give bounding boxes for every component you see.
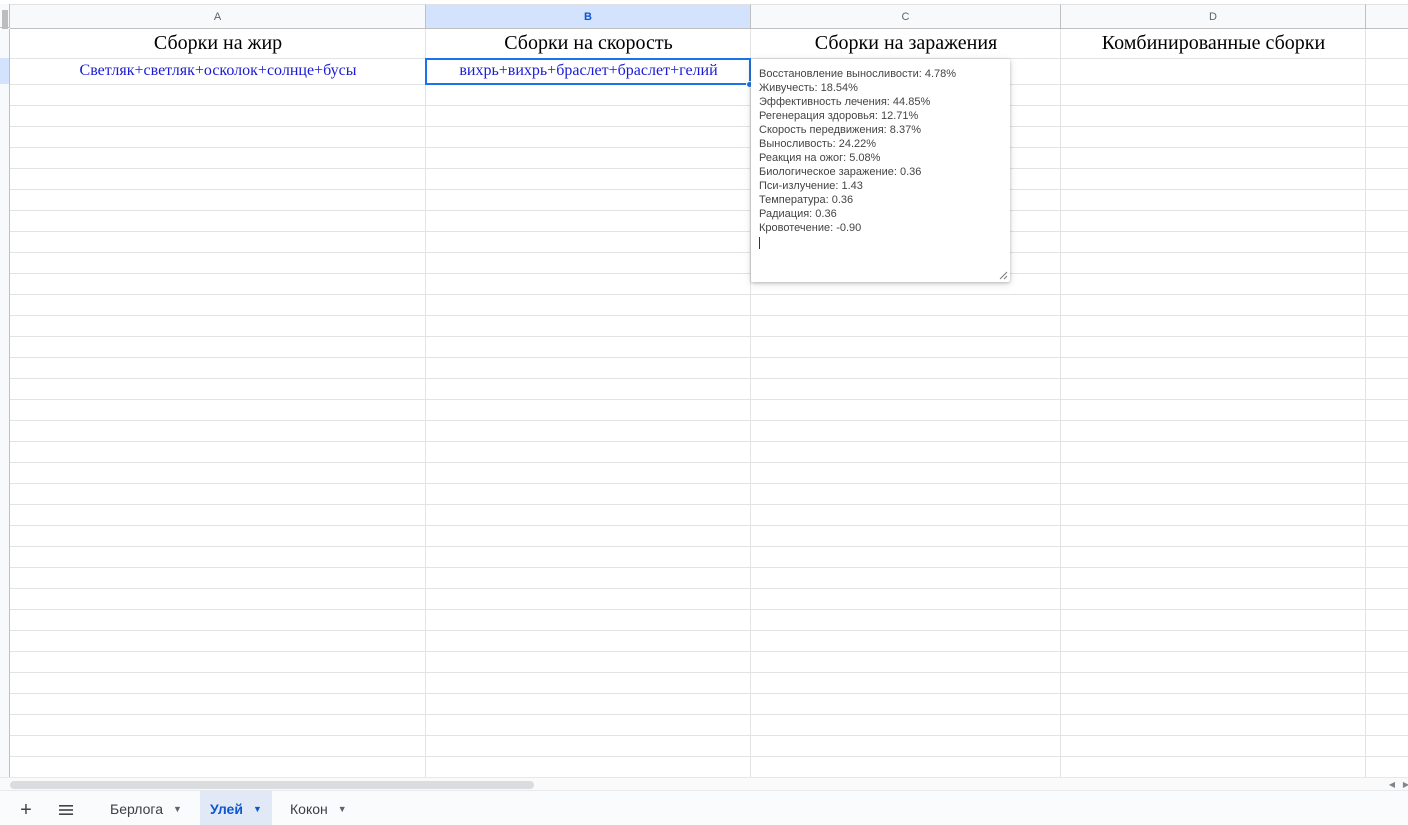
row-gridline [10,567,1408,568]
row-gridline [10,672,1408,673]
corner-marker [2,10,8,30]
row-gridline [10,231,1408,232]
row-gridline [10,399,1408,400]
scroll-right-icon[interactable]: ▶ [1398,779,1408,790]
row-gridline [10,147,1408,148]
cell-b1[interactable]: Сборки на скорость [426,29,751,58]
chevron-down-icon[interactable]: ▼ [173,804,182,814]
row-gridline [10,609,1408,610]
row-gridline [10,756,1408,757]
row-gridline [10,462,1408,463]
sheet-tab-berloga[interactable]: Берлога ▼ [100,791,192,825]
note-line: Эффективность лечения: 44.85% [759,96,931,108]
row-gridline [10,336,1408,337]
chevron-down-icon[interactable]: ▼ [253,804,262,814]
spreadsheet-grid[interactable]: A B C D Сборки на жир Сборки на скорость… [0,0,1408,777]
row-gridline [10,714,1408,715]
sheet-tab-uley[interactable]: Улей ▼ [200,791,272,825]
note-line: Биологическое заражение: 0.36 [759,166,922,178]
resize-handle-icon[interactable] [999,271,1008,280]
sheet-tab-label: Кокон [290,800,328,817]
row-gridline [10,630,1408,631]
note-line: Выносливость: 24.22% [759,138,877,150]
note-line: Радиация: 0.36 [759,208,837,220]
cell-a2[interactable]: Светляк+светляк+осколок+солнце+бусы [11,58,425,84]
row-gridline [10,378,1408,379]
row-header-selected[interactable] [0,58,10,84]
note-line: Живучесть: 18.54% [759,82,858,94]
note-line: Пси-излучение: 1.43 [759,180,863,192]
chevron-down-icon[interactable]: ▼ [338,804,347,814]
row-headers[interactable] [0,29,10,777]
row-gridline [10,420,1408,421]
column-header-c[interactable]: C [751,4,1061,29]
column-header-d[interactable]: D [1061,4,1366,29]
row-gridline [10,693,1408,694]
note-line: Реакция на ожог: 5.08% [759,152,881,164]
row-gridline [10,84,1408,85]
sheet-tab-label: Берлога [110,800,163,817]
column-gridline [1060,29,1061,777]
note-line: Температура: 0.36 [759,194,854,206]
horizontal-scrollbar[interactable]: ◀ ▶ [0,777,1408,790]
row-gridline [10,441,1408,442]
note-line: Кровотечение: -0.90 [759,222,862,234]
row-gridline [10,126,1408,127]
sheet-tab-label: Улей [210,800,243,817]
row-gridline [10,483,1408,484]
row-gridline [10,168,1408,169]
list-icon [59,805,73,815]
column-gridline [1365,29,1366,777]
row-gridline [10,252,1408,253]
row-gridline [10,105,1408,106]
row-gridline [10,504,1408,505]
row-gridline [10,525,1408,526]
column-header-b[interactable]: B [426,4,751,29]
cell-c1[interactable]: Сборки на заражения [751,29,1061,58]
text-caret [759,237,760,249]
column-header-e[interactable] [1366,4,1408,29]
row-gridline [10,210,1408,211]
cell-note-editor[interactable]: Восстановление выносливости: 4.78% Живуч… [751,59,1010,282]
column-header-a[interactable]: A [10,4,426,29]
column-gridline [425,29,426,777]
sheet-tab-kokon[interactable]: Кокон ▼ [280,791,357,825]
row-gridline [10,315,1408,316]
cell-b2[interactable]: вихрь+вихрь+браслет+браслет+гелий [426,58,751,84]
note-line: Регенерация здоровья: 12.71% [759,110,919,122]
select-all-corner[interactable] [0,4,10,30]
row-gridline [10,588,1408,589]
row-gridline [10,189,1408,190]
note-line: Восстановление выносливости: 4.78% [759,68,957,80]
cell-a1[interactable]: Сборки на жир [11,29,425,58]
cell-d1[interactable]: Комбинированные сборки [1061,29,1366,58]
all-sheets-menu-button[interactable] [52,796,80,824]
row-gridline [10,273,1408,274]
note-line: Скорость передвижения: 8.37% [759,124,921,136]
row-gridline [10,357,1408,358]
row-gridline [10,651,1408,652]
row-gridline [10,546,1408,547]
row-gridline [10,735,1408,736]
scrollbar-thumb[interactable] [10,781,534,789]
sheet-tab-bar: + Берлога ▼ Улей ▼ Кокон ▼ [0,790,1408,825]
add-sheet-button[interactable]: + [12,796,40,824]
row-gridline [10,294,1408,295]
